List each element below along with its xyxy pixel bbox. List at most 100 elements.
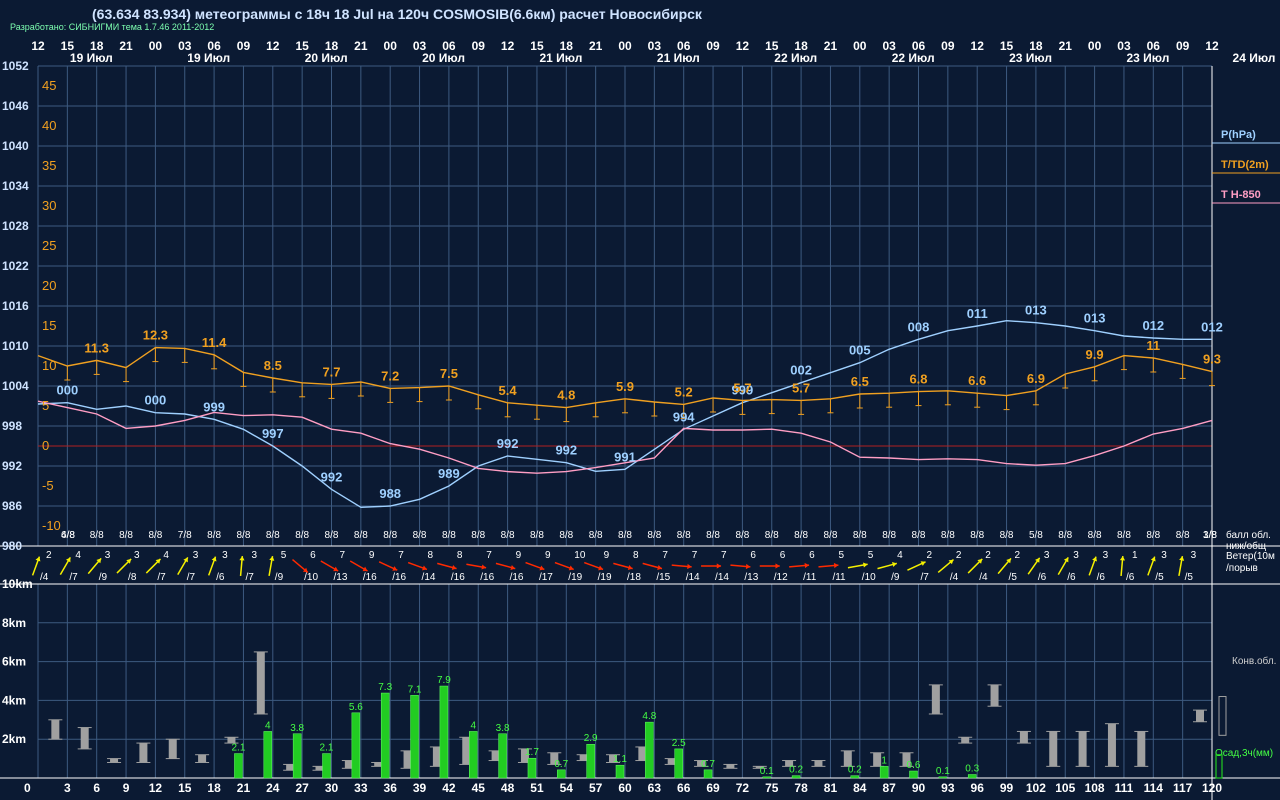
precip-bar — [322, 753, 331, 779]
precip-label: 7.9 — [437, 675, 451, 686]
cloud-cover-label: 8/8 — [677, 530, 691, 541]
cloud-cover-label: 8/8 — [1058, 530, 1072, 541]
series-value-label: 7.5 — [440, 366, 458, 381]
series-value-label: 012 — [1142, 318, 1164, 333]
meteogram-plot: 000000 999997992988989992 992 9919949990020… — [0, 39, 1280, 800]
wind-speed-label: 1 — [1132, 550, 1138, 561]
convective-cloud-bar — [931, 684, 940, 714]
step-tick-label: 81 — [824, 781, 838, 795]
series-value-label: 7.2 — [381, 368, 399, 383]
series-value-label: 5.7 — [733, 380, 751, 395]
precip-label: 2.9 — [584, 733, 598, 744]
cloud-cover-row: 4/86/8 8/8 8/8 8/8 7/8 8/8 8/8 8/8 8/8 8/8 8/8 8/8 8… — [61, 529, 1271, 552]
wind-gust-label: /11 — [832, 572, 846, 583]
precip-bar — [380, 692, 390, 779]
temperature-tick-label: 40 — [42, 118, 56, 133]
convective-cloud-bar — [110, 758, 119, 763]
wind-gust-label: /7 — [157, 572, 166, 583]
wind-speed-label: 8 — [457, 550, 463, 561]
cloud-cover-label: 8/8 — [853, 530, 867, 541]
cloud-cover-label: 1/8 — [1203, 530, 1217, 541]
wind-gust-label: /6 — [1126, 572, 1135, 583]
wind-speed-label: 7 — [486, 550, 492, 561]
cloud-cover-label: 8/8 — [912, 530, 926, 541]
cloud-cover-label: 8/8 — [823, 530, 837, 541]
wind-gust-label: /13 — [744, 572, 758, 583]
step-tick-label: 114 — [1144, 781, 1164, 795]
wind-speed-label: 5 — [281, 550, 287, 561]
series-value-label: 5.9 — [616, 379, 634, 394]
series-value-label: 002 — [790, 363, 812, 378]
cloud-cover-label: 8/8 — [559, 530, 573, 541]
legend-label: Конв.обл. — [1232, 655, 1276, 667]
step-tick-label: 54 — [560, 781, 574, 795]
convective-cloud-bar — [961, 737, 970, 744]
temperature-tick-label: 5 — [42, 398, 49, 413]
series-value-label: 6.8 — [909, 372, 927, 387]
step-tick-label: 57 — [589, 781, 603, 795]
precip-bar — [674, 748, 683, 779]
step-tick-label: 84 — [853, 781, 867, 795]
cloud-cover-legend: балл обл. — [1226, 529, 1271, 541]
wind-arrowhead — [892, 562, 897, 568]
temperature-tick-label: 30 — [42, 198, 56, 213]
precip-label: 0.2 — [848, 765, 862, 776]
convective-cloud-bar — [256, 651, 265, 714]
date-label: 21 Июл — [540, 51, 583, 65]
wind-speed-label: 3 — [134, 550, 140, 561]
wind-speed-label: 2 — [985, 550, 991, 561]
hour-tick-label: 12 — [1205, 39, 1219, 53]
wind-arrowhead — [451, 564, 457, 570]
wind-gust-label: /5 — [1155, 572, 1164, 583]
height-tick-label: 8km — [2, 616, 26, 630]
wind-gust-label: /6 — [216, 572, 225, 583]
series-value-label: 12.3 — [143, 328, 168, 343]
step-tick-label: 42 — [442, 781, 456, 795]
wind-gust-label: /14 — [715, 572, 729, 583]
series-value-label: 11.4 — [202, 335, 227, 350]
wind-gust-label: /9 — [891, 572, 900, 583]
step-tick-label: 9 — [123, 781, 130, 795]
convective-cloud-bar — [139, 743, 148, 763]
cloud-cover-label: 8/8 — [90, 530, 104, 541]
step-tick-label: 93 — [941, 781, 955, 795]
cloud-cover-label: 8/8 — [236, 530, 250, 541]
step-tick-label: 75 — [765, 781, 779, 795]
precip-bar — [967, 774, 977, 779]
series-value-label: 000 — [56, 383, 78, 398]
height-tick-label: 2km — [2, 732, 26, 746]
cloud-cover-label: 8/8 — [589, 530, 603, 541]
convective-cloud-bar — [1196, 710, 1204, 722]
date-label: 19 Июл — [187, 51, 230, 65]
wind-legend: Ветер(10м — [1226, 551, 1275, 562]
cloud-cover-label: 8/8 — [119, 530, 133, 541]
series-value-label: 989 — [438, 466, 460, 481]
step-tick-label: 78 — [794, 781, 808, 795]
wind-gust-label: /14 — [422, 572, 436, 583]
step-tick-label: 30 — [325, 781, 339, 795]
cloud-cover-label: 8/8 — [1117, 530, 1131, 541]
temperature-tick-label: 0 — [42, 438, 49, 453]
wind-speed-label: 9 — [369, 550, 375, 561]
step-tick-label: 117 — [1173, 781, 1193, 795]
wind-arrowhead — [627, 564, 633, 570]
wind-arrowhead — [239, 556, 245, 561]
wind-speed-label: 7 — [398, 550, 404, 561]
wind-speed-label: 9 — [516, 550, 522, 561]
step-tick-label: 66 — [677, 781, 691, 795]
cloud-cover-label: 8/8 — [383, 530, 397, 541]
step-tick-label: 6 — [93, 781, 100, 795]
wind-gust-label: /7 — [187, 572, 196, 583]
precip-label: 3.8 — [290, 723, 304, 734]
pressure-tick-label: 986 — [2, 499, 22, 513]
series-value-label: 5.7 — [792, 380, 810, 395]
series-value-label: 9.9 — [1086, 347, 1104, 362]
wind-speed-label: 4 — [75, 550, 81, 561]
precip-bar — [527, 757, 537, 779]
series-value-label: 6.5 — [851, 374, 869, 389]
series-value-label: 994 — [673, 409, 695, 424]
hour-tick-label: 12 — [266, 39, 280, 53]
wind-speed-label: 9 — [604, 550, 610, 561]
cloud-cover-label: 8/8 — [1088, 530, 1102, 541]
wind-speed-label: 2 — [927, 550, 933, 561]
